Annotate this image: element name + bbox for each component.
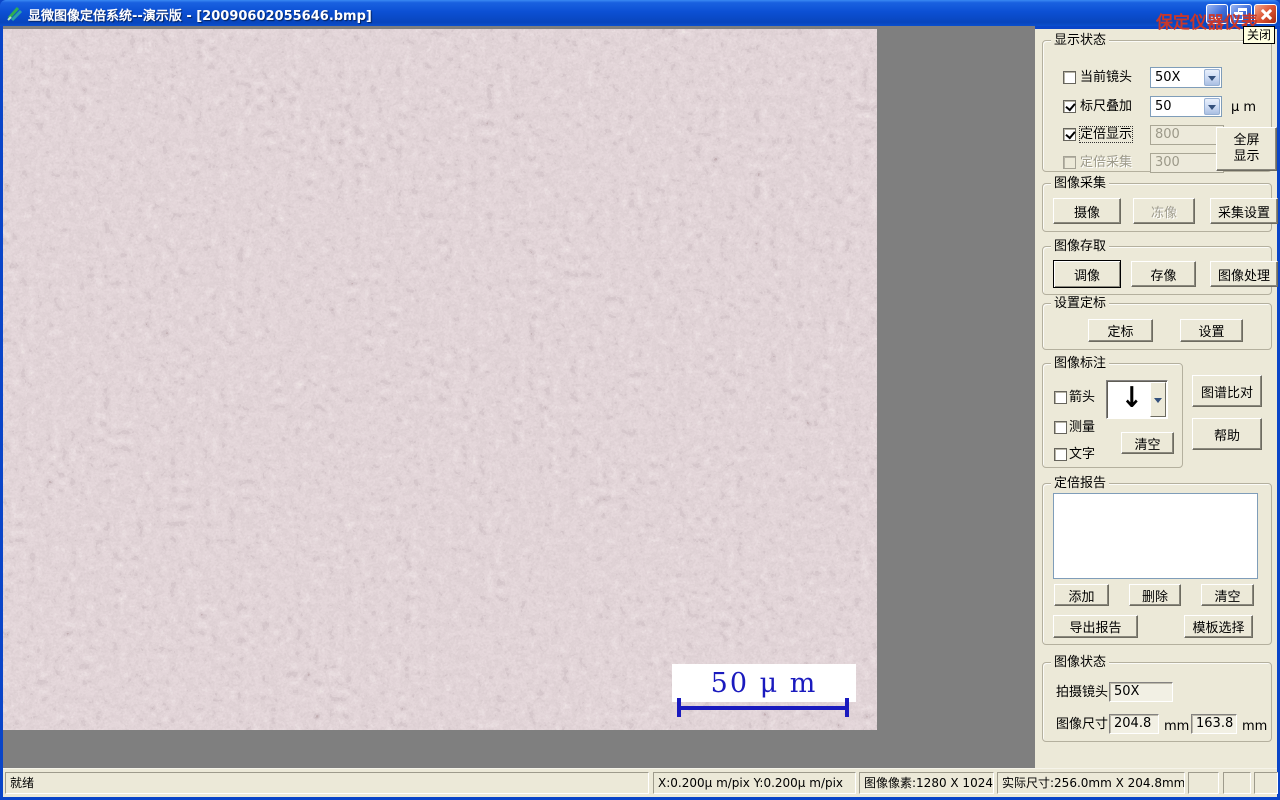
current-lens-label[interactable]: 当前镜头	[1080, 70, 1132, 85]
chevron-down-icon[interactable]	[1204, 69, 1220, 86]
camera-button[interactable]: 摄像	[1053, 198, 1121, 224]
image-storage-group: 图像存取 调像 存像 图像处理	[1042, 239, 1278, 295]
image-height-unit: mm	[1242, 719, 1268, 734]
status-empty-1	[1188, 772, 1219, 794]
ruler-overlay-label[interactable]: 标尺叠加	[1080, 99, 1132, 114]
down-arrow-icon: ↓	[1121, 381, 1143, 415]
control-panel: 显示状态 当前镜头 50X 标尺叠加 50 μ m 定倍显示 800 定倍采集 …	[1035, 29, 1278, 768]
scale-bar-tick-left	[677, 698, 681, 717]
status-actual-size: 实际尺寸:256.0mm X 204.8mm	[997, 772, 1185, 794]
restore-button[interactable]	[1230, 4, 1252, 24]
measure-checkbox[interactable]	[1054, 421, 1067, 434]
load-image-button[interactable]: 调像	[1053, 260, 1121, 288]
calibration-group: 设置定标 定标 设置	[1042, 296, 1272, 350]
text-label[interactable]: 文字	[1069, 447, 1095, 462]
status-pixel-scale: X:0.200μ m/pix Y:0.200μ m/pix	[653, 772, 856, 794]
ruler-length-combobox[interactable]: 50	[1150, 96, 1222, 117]
image-capture-group: 图像采集 摄像 冻像 采集设置	[1042, 176, 1278, 232]
arrow-checkbox[interactable]	[1054, 391, 1067, 404]
title-bar[interactable]: 显微图像定倍系统--演示版 - [20090602055646.bmp] 保定仪…	[0, 0, 1280, 33]
text-checkbox[interactable]	[1054, 448, 1067, 461]
fixed-capture-checkbox	[1063, 156, 1076, 169]
fixed-display-checkbox[interactable]	[1063, 128, 1076, 141]
current-lens-checkbox[interactable]	[1063, 71, 1076, 84]
current-lens-combobox[interactable]: 50X	[1150, 67, 1222, 88]
report-clear-button[interactable]: 清空	[1201, 584, 1254, 606]
scale-bar-label: 50 μ m	[710, 667, 818, 699]
annotation-title: 图像标注	[1051, 356, 1110, 371]
shoot-lens-field: 50X	[1109, 682, 1173, 702]
annotation-clear-button[interactable]: 清空	[1121, 432, 1174, 454]
app-icon	[7, 6, 23, 21]
template-select-button[interactable]: 模板选择	[1184, 615, 1253, 638]
scale-bar-tick-right	[845, 698, 849, 717]
report-add-button[interactable]: 添加	[1054, 584, 1109, 606]
display-status-title: 显示状态	[1051, 33, 1110, 48]
image-process-button[interactable]: 图像处理	[1210, 261, 1278, 287]
chevron-down-icon[interactable]	[1204, 98, 1220, 115]
minimize-icon	[1211, 17, 1221, 20]
image-capture-title: 图像采集	[1051, 176, 1110, 191]
scale-bar-line	[679, 706, 847, 710]
status-image-pixels: 图像像素:1280 X 1024	[859, 772, 994, 794]
report-group: 定倍报告 添加 删除 清空 导出报告 模板选择	[1042, 476, 1272, 645]
display-status-group: 显示状态 当前镜头 50X 标尺叠加 50 μ m 定倍显示 800 定倍采集 …	[1042, 33, 1277, 173]
fixed-display-input: 800	[1150, 125, 1224, 145]
freeze-button: 冻像	[1133, 198, 1195, 224]
fixed-capture-label: 定倍采集	[1080, 155, 1133, 170]
image-height-field: 163.8	[1191, 714, 1237, 734]
window-title: 显微图像定倍系统--演示版 - [20090602055646.bmp]	[28, 9, 372, 24]
report-delete-button[interactable]: 删除	[1129, 584, 1181, 606]
app-window: 显微图像定倍系统--演示版 - [20090602055646.bmp] 保定仪…	[0, 0, 1280, 800]
arrow-style-combobox[interactable]: ↓	[1106, 380, 1168, 419]
minimize-button[interactable]	[1206, 4, 1228, 24]
image-width-field: 204.8	[1109, 714, 1159, 734]
shoot-lens-label: 拍摄镜头	[1056, 685, 1109, 700]
close-tooltip: 关闭	[1243, 26, 1276, 44]
arrow-label[interactable]: 箭头	[1069, 390, 1095, 405]
ruler-length-value: 50	[1155, 99, 1172, 114]
current-lens-value: 50X	[1155, 70, 1181, 85]
calibration-title: 设置定标	[1051, 296, 1110, 311]
fixed-capture-input: 300	[1150, 153, 1224, 173]
image-size-label: 图像尺寸	[1056, 717, 1109, 732]
status-ready: 就绪	[5, 772, 649, 794]
capture-settings-button[interactable]: 采集设置	[1210, 198, 1278, 224]
fixed-display-label[interactable]: 定倍显示	[1078, 126, 1134, 143]
status-bar: 就绪 X:0.200μ m/pix Y:0.200μ m/pix 图像像素:12…	[3, 768, 1278, 797]
help-button[interactable]: 帮助	[1192, 418, 1262, 450]
atlas-compare-button[interactable]: 图谱比对	[1192, 375, 1262, 407]
ruler-overlay-checkbox[interactable]	[1063, 100, 1076, 113]
image-status-title: 图像状态	[1051, 655, 1110, 670]
image-width-unit: mm	[1164, 719, 1190, 734]
export-report-button[interactable]: 导出报告	[1053, 615, 1138, 638]
calibrate-button[interactable]: 定标	[1088, 319, 1153, 342]
report-listbox[interactable]	[1053, 493, 1258, 579]
microscope-image-view[interactable]: 50 μ m	[3, 29, 877, 730]
chevron-down-icon[interactable]	[1150, 382, 1166, 417]
close-button[interactable]	[1254, 4, 1277, 24]
calibration-setup-button[interactable]: 设置	[1180, 319, 1243, 342]
image-status-group: 图像状态 拍摄镜头 50X 图像尺寸 204.8 mm 163.8 mm	[1042, 655, 1272, 742]
status-empty-2	[1223, 772, 1251, 794]
measure-label[interactable]: 测量	[1069, 420, 1095, 435]
status-empty-3	[1254, 772, 1278, 794]
ruler-unit-label: μ m	[1231, 100, 1257, 115]
scale-bar-label-box: 50 μ m	[672, 664, 856, 702]
annotation-group: 图像标注 箭头 测量 文字 ↓ 清空	[1042, 356, 1183, 468]
report-title: 定倍报告	[1051, 476, 1110, 491]
micrograph-texture	[3, 29, 877, 730]
save-image-button[interactable]: 存像	[1131, 261, 1196, 287]
image-storage-title: 图像存取	[1051, 239, 1110, 254]
fullscreen-button[interactable]: 全屏 显示	[1216, 127, 1277, 171]
